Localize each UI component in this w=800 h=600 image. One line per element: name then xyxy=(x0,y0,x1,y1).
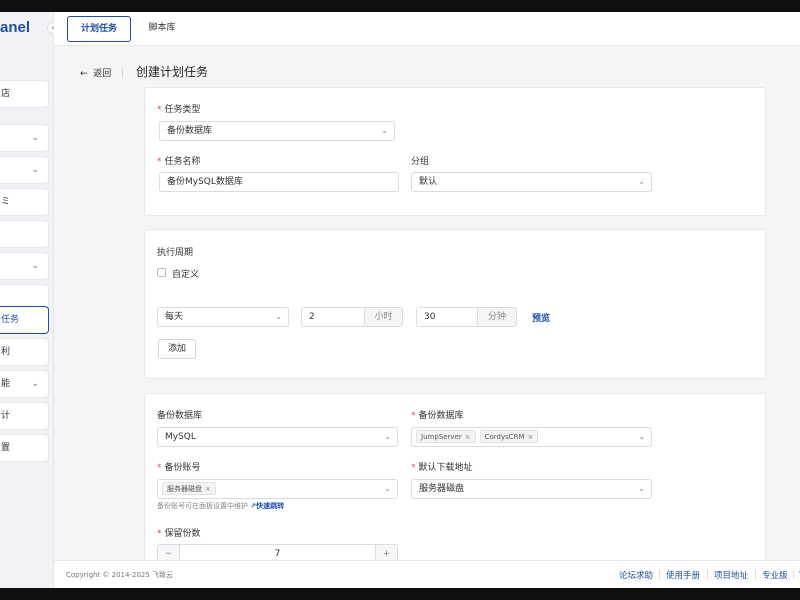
sidebar-item-4[interactable]: ミ xyxy=(0,188,49,216)
tab-scheduled-tasks[interactable]: 计划任务 xyxy=(67,16,131,42)
db-type-select[interactable]: MySQL ⌄ xyxy=(157,427,398,447)
sidebar-item-3[interactable]: ⌄ xyxy=(0,156,49,184)
preview-link[interactable]: 预览 xyxy=(532,311,550,324)
footer-divider xyxy=(707,570,708,579)
back-button[interactable]: ← 返回 xyxy=(80,66,111,79)
custom-checkbox[interactable] xyxy=(157,268,166,277)
chevron-down-icon: ⌄ xyxy=(275,312,282,321)
task-name-input[interactable]: 备份MySQL数据库 xyxy=(159,172,399,192)
sidebar-item-label: 任务 xyxy=(1,315,20,325)
app-window: anel ‹ 店 ⌄ ⌄ ミ ⌄ 任务 利 能 ⌄ 计 置 计划任务 脚本库 ← … xyxy=(0,12,800,588)
task-type-label: * 任务类型 xyxy=(157,105,201,115)
tag: JumpServer × xyxy=(416,430,476,443)
chevron-down-icon: ⌄ xyxy=(31,165,39,175)
sidebar-item-10[interactable]: 能 ⌄ xyxy=(0,370,49,398)
footer-divider xyxy=(659,570,660,579)
sidebar-item-5[interactable] xyxy=(0,220,49,248)
sidebar-item-label: ミ xyxy=(1,197,11,207)
tag: 服务器磁盘 × xyxy=(162,482,216,495)
sidebar-item-6[interactable]: ⌄ xyxy=(0,252,49,280)
footer-link-project[interactable]: 项目地址 xyxy=(714,569,748,581)
chevron-down-icon: ⌄ xyxy=(31,133,39,143)
group-label: 分组 xyxy=(411,157,430,167)
header-divider xyxy=(122,67,123,78)
task-type-select[interactable]: 备份数据库 ⌄ xyxy=(159,121,395,141)
sidebar-item-2[interactable]: ⌄ xyxy=(0,124,49,152)
close-icon[interactable]: × xyxy=(465,433,471,441)
chevron-down-icon: ⌄ xyxy=(31,261,39,271)
hour-unit: 小时 xyxy=(364,308,402,326)
period-select[interactable]: 每天 ⌄ xyxy=(157,307,289,327)
db-label: * 备份数据库 xyxy=(411,411,464,421)
chevron-down-icon: ⌄ xyxy=(384,484,391,493)
chevron-down-icon: ⌄ xyxy=(638,484,645,493)
sidebar-item-label: 置 xyxy=(1,443,11,453)
tab-script-library[interactable]: 脚本库 xyxy=(140,16,184,42)
group-select[interactable]: 默认 ⌄ xyxy=(411,172,652,192)
sidebar-item-9[interactable]: 利 xyxy=(0,338,49,366)
arrow-left-icon: ← xyxy=(80,69,88,79)
sidebar-item-scheduled-tasks[interactable]: 任务 xyxy=(0,306,49,334)
footer: Copyright © 2014-2025 飞致云 论坛求助 使用手册 项目地址… xyxy=(54,560,800,588)
task-name-label: * 任务名称 xyxy=(157,157,201,167)
sidebar-item-label: 利 xyxy=(1,347,11,357)
hour-input[interactable]: 2 小时 xyxy=(301,307,403,327)
back-label: 返回 xyxy=(93,69,112,79)
sidebar-item-11[interactable]: 计 xyxy=(0,402,49,430)
sidebar-item-label: 能 xyxy=(1,379,11,389)
task-basic-card: * 任务类型 备份数据库 ⌄ * 任务名称 备份MySQL数据库 分组 默认 ⌄ xyxy=(144,87,766,216)
page-title: 创建计划任务 xyxy=(136,65,209,79)
sidebar-item-label: 店 xyxy=(1,89,11,99)
logo: anel xyxy=(0,19,31,36)
chevron-down-icon: ⌄ xyxy=(384,432,391,441)
sidebar-item-12[interactable]: 置 xyxy=(0,434,49,462)
backup-card: 备份数据库 MySQL ⌄ * 备份数据库 JumpServer × CordysCRM… xyxy=(144,393,766,583)
tag: CordysCRM × xyxy=(479,430,539,443)
db-type-label: 备份数据库 xyxy=(157,411,203,421)
close-icon[interactable]: × xyxy=(528,433,534,441)
footer-link-pro[interactable]: 专业版 xyxy=(762,569,788,581)
minute-input[interactable]: 30 分钟 xyxy=(416,307,517,327)
minute-unit: 分钟 xyxy=(477,308,516,326)
copyright: Copyright © 2014-2025 飞致云 xyxy=(66,571,174,579)
schedule-card: 执行周期 自定义 每天 ⌄ 2 小时 30 分钟 预览 添加 xyxy=(144,229,766,379)
top-tab-bar: 计划任务 脚本库 xyxy=(54,12,800,46)
account-hint: 备份账号可在面板设置中维护 ↗快速跳转 xyxy=(157,502,285,510)
download-select[interactable]: 服务器磁盘 ⌄ xyxy=(411,479,652,499)
sidebar-item-1[interactable]: 店 xyxy=(0,80,49,108)
footer-link-manual[interactable]: 使用手册 xyxy=(666,569,700,581)
quick-jump-link[interactable]: ↗快速跳转 xyxy=(250,502,284,510)
close-icon[interactable]: × xyxy=(205,485,211,493)
chevron-down-icon: ⌄ xyxy=(638,432,645,441)
sidebar: anel ‹ 店 ⌄ ⌄ ミ ⌄ 任务 利 能 ⌄ 计 置 xyxy=(0,12,59,588)
footer-link-forum[interactable]: 论坛求助 xyxy=(619,569,653,581)
chevron-down-icon: ⌄ xyxy=(638,177,645,186)
sidebar-item-label: 计 xyxy=(1,411,11,421)
retain-label: * 保留份数 xyxy=(157,529,201,539)
schedule-label: 执行周期 xyxy=(157,248,194,258)
footer-divider xyxy=(793,570,794,579)
footer-divider xyxy=(755,570,756,579)
chevron-down-icon: ⌄ xyxy=(381,126,388,135)
custom-label: 自定义 xyxy=(172,270,200,280)
download-label: * 默认下载地址 xyxy=(411,463,473,473)
account-multiselect[interactable]: 服务器磁盘 × ⌄ xyxy=(157,479,398,499)
account-label: * 备份账号 xyxy=(157,463,201,473)
chevron-down-icon: ⌄ xyxy=(31,379,39,389)
add-button[interactable]: 添加 xyxy=(158,339,196,359)
db-multiselect[interactable]: JumpServer × CordysCRM × ⌄ xyxy=(411,427,652,447)
